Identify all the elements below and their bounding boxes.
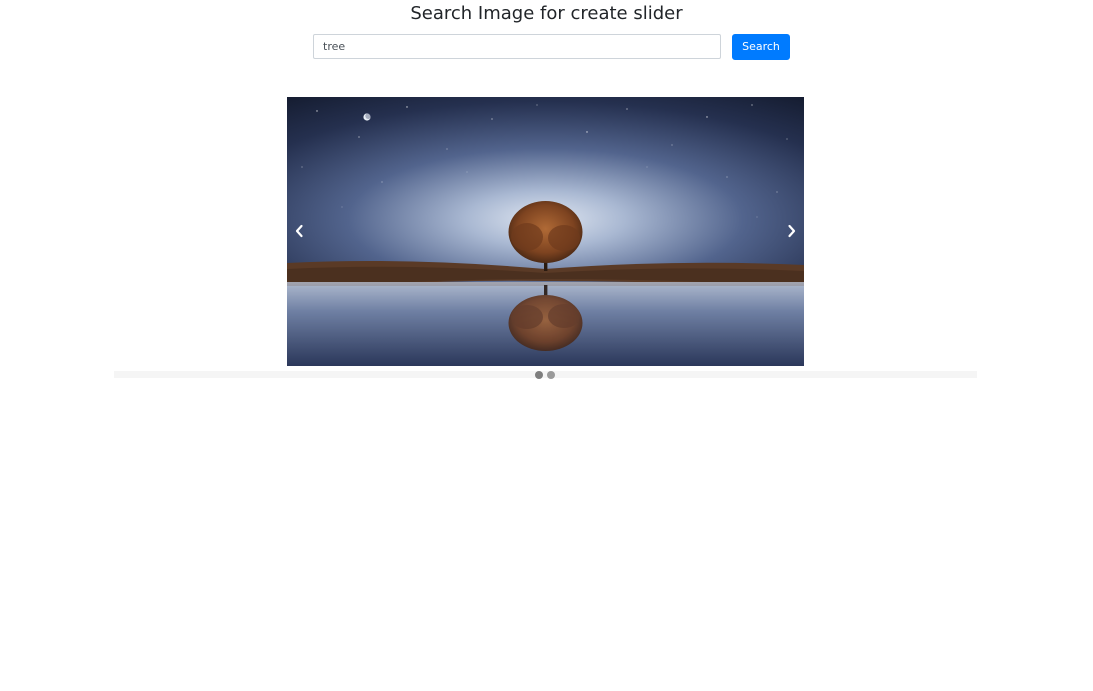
- carousel-indicator-2[interactable]: [547, 371, 555, 379]
- chevron-left-icon: [295, 224, 303, 238]
- search-bar: Search: [313, 34, 790, 60]
- image-slider[interactable]: [287, 97, 804, 366]
- slide-image: [287, 97, 804, 366]
- chevron-right-icon: [788, 224, 796, 238]
- carousel-next-button[interactable]: [780, 217, 804, 245]
- search-button[interactable]: Search: [732, 34, 790, 60]
- carousel-indicators: [535, 371, 559, 379]
- carousel-prev-button[interactable]: [287, 217, 311, 245]
- carousel-indicator-1[interactable]: [535, 371, 543, 379]
- page-title: Search Image for create slider: [410, 3, 683, 24]
- search-input[interactable]: [313, 34, 721, 59]
